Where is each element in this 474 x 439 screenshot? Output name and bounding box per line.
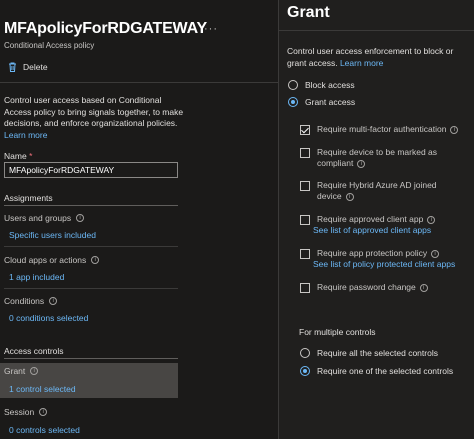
control-label-text: Require device to be marked as compliant: [317, 147, 438, 168]
conditions-label: Conditions i: [4, 296, 58, 306]
info-icon[interactable]: i: [76, 214, 85, 222]
conditions-link[interactable]: 0 conditions selected: [9, 313, 88, 323]
control-label-text: Require approved client app: [317, 214, 424, 224]
cloud-apps-link[interactable]: 1 app included: [9, 272, 64, 282]
name-label-text: Name: [4, 151, 27, 161]
info-icon[interactable]: i: [345, 192, 354, 201]
policy-name-input[interactable]: [4, 162, 178, 178]
info-icon[interactable]: i: [30, 367, 39, 375]
block-access-label: Block access: [305, 80, 355, 90]
control-password-change[interactable]: Require password change i: [300, 282, 428, 293]
item-divider: [4, 288, 178, 289]
page-title: MFApolicyForRDGATEWAY: [4, 20, 207, 37]
users-groups-link[interactable]: Specific users included: [9, 230, 96, 240]
info-icon[interactable]: i: [39, 408, 48, 416]
control-app-protection[interactable]: Require app protection policy i See list …: [300, 248, 455, 270]
grant-title-divider: [279, 30, 474, 31]
control-mfa[interactable]: Require multi-factor authentication i: [300, 124, 459, 135]
required-marker: *: [29, 151, 33, 161]
trash-icon: [9, 62, 16, 72]
session-label: Session i: [4, 407, 48, 417]
delete-button[interactable]: Delete: [8, 62, 48, 72]
name-label: Name *: [4, 151, 32, 161]
cloud-apps-label-text: Cloud apps or actions: [4, 255, 87, 265]
radio-button[interactable]: [300, 366, 310, 376]
require-one-radio[interactable]: Require one of the selected controls: [300, 366, 453, 376]
grant-description: Control user access enforcement to block…: [287, 45, 467, 69]
grant-title: Grant: [287, 4, 330, 21]
grant-blade: Grant Control user access enforcement to…: [279, 0, 474, 439]
cloud-apps-label: Cloud apps or actions i: [4, 255, 100, 265]
assignments-heading: Assignments: [4, 193, 53, 203]
control-compliant-device[interactable]: Require device to be marked as compliant…: [300, 147, 452, 169]
policy-description-text: Control user access based on Conditional…: [4, 95, 184, 128]
grant-learn-more-link[interactable]: Learn more: [340, 58, 383, 68]
session-label-text: Session: [4, 407, 35, 417]
control-label: Require app protection policy i See list …: [313, 248, 455, 270]
control-label: Require Hybrid Azure AD joined device i: [317, 180, 447, 202]
assignments-divider: [4, 205, 178, 206]
multiple-controls-heading: For multiple controls: [299, 327, 376, 337]
policy-panel: MFApolicyForRDGATEWAY ··· Conditional Ac…: [0, 0, 278, 439]
conditions-label-text: Conditions: [4, 296, 45, 306]
learn-more-link[interactable]: Learn more: [4, 130, 47, 140]
checkbox[interactable]: [300, 283, 310, 293]
checkbox[interactable]: [300, 125, 310, 135]
info-icon[interactable]: i: [49, 297, 58, 305]
access-controls-heading: Access controls: [4, 346, 64, 356]
users-groups-label: Users and groups i: [4, 213, 85, 223]
users-groups-label-text: Users and groups: [4, 213, 72, 223]
control-label-text: Require password change: [317, 282, 416, 292]
session-link[interactable]: 0 controls selected: [9, 425, 80, 435]
info-icon[interactable]: i: [431, 249, 440, 258]
item-divider: [4, 246, 178, 247]
approved-apps-link[interactable]: See list of approved client apps: [313, 225, 431, 235]
info-icon[interactable]: i: [419, 283, 428, 292]
page-subtitle: Conditional Access policy: [4, 41, 95, 50]
control-label-text: Require app protection policy: [317, 248, 428, 258]
info-icon[interactable]: i: [427, 215, 436, 224]
grant-access-radio[interactable]: Grant access: [288, 97, 355, 107]
checkbox[interactable]: [300, 181, 310, 191]
require-all-radio[interactable]: Require all the selected controls: [300, 348, 438, 358]
require-one-label: Require one of the selected controls: [317, 366, 454, 376]
checkbox[interactable]: [300, 215, 310, 225]
control-label-text: Require multi-factor authentication: [317, 124, 447, 134]
control-label-text: Require Hybrid Azure AD joined device: [317, 180, 437, 201]
info-icon[interactable]: i: [357, 159, 366, 168]
info-icon[interactable]: i: [450, 125, 459, 134]
protected-apps-link[interactable]: See list of policy protected client apps: [313, 259, 455, 269]
grant-link[interactable]: 1 control selected: [9, 384, 76, 394]
control-label: Require approved client app i See list of…: [313, 214, 436, 236]
radio-button[interactable]: [288, 80, 298, 90]
grant-access-label: Grant access: [305, 97, 356, 107]
checkbox[interactable]: [300, 148, 310, 158]
radio-button[interactable]: [300, 348, 310, 358]
grant-label: Grant i: [4, 366, 39, 376]
require-all-label: Require all the selected controls: [317, 348, 438, 358]
access-controls-divider: [4, 358, 178, 359]
toolbar-divider: [0, 82, 278, 83]
control-label: Require multi-factor authentication i: [317, 124, 459, 135]
control-approved-client-app[interactable]: Require approved client app i See list of…: [300, 214, 436, 236]
block-access-radio[interactable]: Block access: [288, 80, 355, 90]
control-hybrid-joined[interactable]: Require Hybrid Azure AD joined device i: [300, 180, 447, 202]
radio-button[interactable]: [288, 97, 298, 107]
control-label: Require device to be marked as compliant…: [317, 147, 452, 169]
checkbox[interactable]: [300, 249, 310, 259]
policy-description: Control user access based on Conditional…: [4, 95, 184, 141]
info-icon[interactable]: i: [91, 256, 100, 264]
more-options-button[interactable]: ···: [204, 23, 218, 35]
control-label: Require password change i: [317, 282, 428, 293]
delete-label: Delete: [23, 62, 48, 72]
grant-label-text: Grant: [4, 366, 26, 376]
